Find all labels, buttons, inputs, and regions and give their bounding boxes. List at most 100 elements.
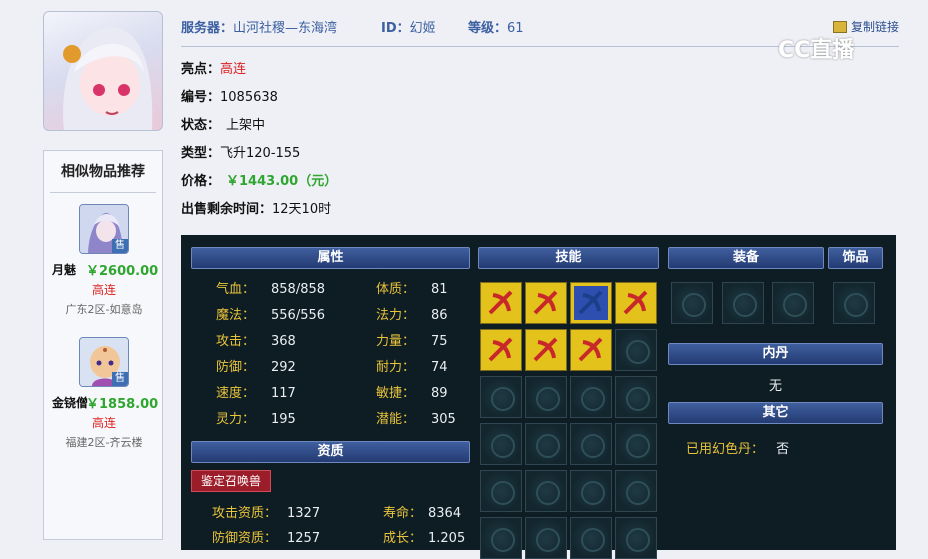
pet-thumbnail[interactable]: 售 (79, 204, 129, 254)
empty-skill-slot[interactable] (525, 517, 567, 559)
aptitude-row: 攻击资质： 1327 (212, 502, 320, 521)
id-info: ID：幻姬 (381, 17, 436, 36)
attribute-row: 防御： 292 (216, 356, 296, 375)
skill-icon[interactable] (525, 329, 567, 371)
aptitude-row: 成长： 1.205 (383, 527, 465, 546)
attribute-row: 气血： 858/858 (216, 278, 325, 297)
aptitude-value: 1257 (287, 531, 321, 546)
empty-skill-slot[interactable] (570, 376, 612, 418)
status-row: 状态： 上架中 (181, 114, 265, 133)
skill-icon[interactable] (480, 282, 522, 324)
serial-row: 编号：1085638 (181, 86, 278, 105)
pet-thumbnail[interactable]: 售 (79, 337, 129, 387)
empty-skill-slot[interactable] (480, 470, 522, 512)
server-info: 服务器：山河社稷—东海湾 (181, 17, 337, 36)
empty-skill-slot[interactable] (570, 423, 612, 465)
huanse-row: 已用幻色丹： 否 (686, 438, 789, 457)
highlight-tag: 高连 (91, 283, 116, 297)
empty-skill-slot[interactable] (480, 376, 522, 418)
attribute-label: 体质： (376, 282, 416, 297)
attribute-row: 体质： 81 (376, 278, 448, 297)
aptitude-value: 1327 (287, 506, 321, 521)
time-label: 出售剩余时间： (181, 202, 273, 217)
attribute-row: 灵力： 195 (216, 408, 296, 427)
pet-name[interactable]: 月魅 (52, 261, 76, 278)
pet-name[interactable]: 金铙僧 (52, 394, 88, 411)
empty-skill-slot[interactable] (615, 517, 657, 559)
attribute-value: 89 (431, 386, 448, 401)
ornament-slot[interactable] (833, 282, 875, 324)
attribute-label: 速度： (216, 386, 256, 401)
skill-icon[interactable] (525, 282, 567, 324)
empty-skill-slot[interactable] (570, 470, 612, 512)
skill-icon[interactable] (570, 329, 612, 371)
neidan-header: 内丹 (668, 343, 883, 365)
id-value: 幻姬 (409, 21, 436, 36)
empty-skill-slot[interactable] (615, 470, 657, 512)
attribute-label: 灵力： (216, 412, 256, 427)
price-row: 价格： ￥1443.00（元） (181, 170, 337, 189)
attribute-row: 敏捷： 89 (376, 382, 448, 401)
attribute-label: 耐力： (376, 360, 416, 375)
huanse-label: 已用幻色丹： (686, 442, 765, 457)
equipment-slot[interactable] (772, 282, 814, 324)
aptitude-header: 资质 (191, 441, 470, 463)
price-value: ￥1443.00（元） (226, 174, 338, 189)
aptitude-value: 8364 (428, 506, 462, 521)
empty-skill-slot[interactable] (615, 329, 657, 371)
empty-skill-slot[interactable] (525, 423, 567, 465)
empty-skill-slot[interactable] (570, 517, 612, 559)
attribute-row: 法力： 86 (376, 304, 448, 323)
attribute-row: 攻击： 368 (216, 330, 296, 349)
aptitude-label: 防御资质： (212, 531, 278, 546)
aptitude-value: 1.205 (428, 531, 466, 546)
skill-icon[interactable] (615, 282, 657, 324)
pet-details-panel: 属性 技能 装备 饰品 气血： 858/858 体质： 81 魔法： 556/556 法力：… (181, 235, 896, 559)
attribute-row: 魔法： 556/556 (216, 304, 325, 323)
status-value: 上架中 (226, 118, 266, 133)
other-header: 其它 (668, 402, 883, 424)
server-label: 服务器： (181, 21, 234, 36)
attribute-value: 75 (431, 334, 448, 349)
type-label: 类型： (181, 146, 221, 161)
level-label: 等级： (468, 21, 508, 36)
empty-skill-slot[interactable] (525, 376, 567, 418)
attribute-row: 力量： 75 (376, 330, 448, 349)
similar-items-title: 相似物品推荐 (50, 151, 156, 193)
copy-link-label: 复制链接 (850, 20, 899, 34)
appraise-pet-button[interactable]: 鉴定召唤兽 (191, 470, 271, 492)
left-column: 相似物品推荐 售 月魅 ￥2600.00 高连 广东2区-如意岛 售 金铙僧 ￥… (43, 11, 163, 540)
aptitude-label: 成长： (383, 531, 423, 546)
empty-skill-slot[interactable] (615, 423, 657, 465)
time-value: 12天10时 (272, 202, 332, 217)
pet-price: ￥2600.00 (86, 264, 159, 279)
list-item[interactable]: 售 月魅 ￥2600.00 高连 广东2区-如意岛 (44, 193, 162, 326)
pet-avatar (43, 11, 163, 131)
server-value: 山河社稷—东海湾 (233, 21, 338, 36)
attributes-header: 属性 (191, 247, 470, 269)
empty-skill-slot[interactable] (615, 376, 657, 418)
attribute-label: 法力： (376, 308, 416, 323)
attribute-row: 耐力： 74 (376, 356, 448, 375)
highlight-value: 高连 (220, 62, 247, 77)
serial-value: 1085638 (220, 90, 278, 105)
type-value: 飞升120-155 (220, 146, 301, 161)
list-item[interactable]: 售 金铙僧 ￥1858.00 高连 福建2区-齐云楼 (44, 326, 162, 459)
skill-icon[interactable] (480, 329, 522, 371)
equipment-slot[interactable] (671, 282, 713, 324)
aptitude-label: 攻击资质： (212, 506, 278, 521)
equipment-header: 装备 (668, 247, 824, 269)
skills-header: 技能 (478, 247, 659, 269)
attribute-row: 速度： 117 (216, 382, 296, 401)
attribute-value: 74 (431, 360, 448, 375)
skill-icon[interactable] (570, 282, 612, 324)
empty-skill-slot[interactable] (525, 470, 567, 512)
equipment-slot[interactable] (722, 282, 764, 324)
huanse-value: 否 (776, 442, 790, 457)
attribute-value: 81 (431, 282, 448, 297)
empty-skill-slot[interactable] (480, 423, 522, 465)
serial-label: 编号： (181, 90, 221, 105)
empty-skill-slot[interactable] (480, 517, 522, 559)
attribute-value: 117 (271, 386, 296, 401)
attribute-value: 858/858 (271, 282, 326, 297)
